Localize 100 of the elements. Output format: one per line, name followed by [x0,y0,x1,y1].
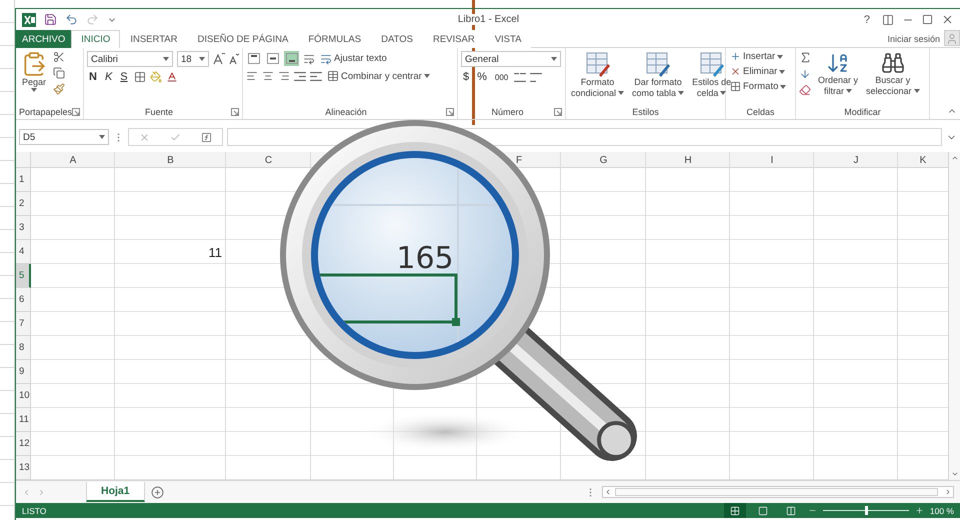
view-button[interactable] [724,503,746,518]
cells-button[interactable]: Eliminar [729,66,788,77]
sheet-tab[interactable]: Hoja1 [86,482,145,502]
increase-decimal-icon [514,72,526,82]
font-color-icon[interactable] [166,71,178,83]
app-logo [22,12,36,26]
help-button[interactable]: ? [860,14,874,26]
fill-color-icon[interactable] [150,71,162,83]
file-tab[interactable]: ARCHIVO [16,30,72,48]
group-label: Estilos [631,107,660,117]
font-style-button[interactable]: N [87,71,99,83]
row-header[interactable]: 10 [16,384,31,408]
eraser-icon[interactable] [799,84,811,96]
function-icon[interactable] [201,132,212,142]
grow-font-icon[interactable] [213,53,225,65]
align-left-icon[interactable] [246,70,258,82]
fill-icon[interactable] [799,68,811,80]
number-format-button[interactable]: 000 [492,72,510,82]
column-header[interactable]: I [770,154,774,166]
column-header[interactable]: K [920,154,926,166]
styles-button[interactable]: Formato condicional [569,51,626,99]
copy-icon[interactable] [53,67,65,79]
ribbon-tab[interactable]: INICIO [71,30,120,48]
number-format-field[interactable]: General [461,51,561,67]
sum-icon[interactable] [799,51,812,64]
row-header[interactable]: 7 [16,312,31,336]
ribbon-display-icon[interactable] [882,14,894,26]
scroll-down-icon[interactable] [950,470,958,478]
number-format-button[interactable]: $ [461,71,472,83]
caret-icon [618,91,624,96]
row-header[interactable]: 13 [16,456,31,480]
column-header[interactable]: B [167,154,174,166]
zoom-thumb[interactable] [864,506,868,515]
group-label: Alineación [324,107,368,117]
column-header[interactable]: F [516,154,522,166]
editing-button[interactable]: Buscar y seleccionar [864,51,922,97]
row-header[interactable]: 1 [16,168,31,192]
table-cell-text: 11 [208,244,223,262]
row-header[interactable]: 11 [16,408,31,432]
vertical-align-button[interactable] [265,51,280,66]
align-center-icon[interactable] [262,70,274,82]
caret-icon [914,89,920,94]
caret-icon [846,89,852,94]
wrap-text-button[interactable]: Ajustar texto [319,52,388,64]
increase-indent-icon [310,72,322,80]
font-field[interactable]: Calibri [87,51,173,67]
cells-icon [730,81,741,92]
font-style-button[interactable]: S [118,71,130,83]
number-format-button[interactable]: % [475,71,489,83]
launcher-icon[interactable] [446,108,454,116]
column-header[interactable]: A [70,154,76,166]
launcher-icon[interactable] [231,108,239,116]
vertical-align-button[interactable] [246,51,261,66]
user-icon [946,33,958,45]
editing-button[interactable]: Ordenar y filtrar [816,51,860,97]
group-label: Modificar [843,107,882,117]
row-header[interactable]: 4 [16,240,31,264]
vertical-align-icon [248,53,260,64]
vertical-scrollbar[interactable] [948,152,960,480]
scroll-right-icon[interactable] [944,488,952,496]
vertical-align-button[interactable] [284,51,299,66]
merge-center-button[interactable]: Combinar y centrar [326,70,431,82]
shrink-font-icon[interactable] [229,53,239,65]
add-sheet-icon[interactable] [150,486,164,498]
font-style-button[interactable]: K [102,71,114,83]
cells-icon [730,66,741,77]
group-label: Portapapeles [19,107,72,117]
sign-in-link[interactable]: Iniciar sesión [883,30,944,47]
column-header[interactable]: J [854,154,858,166]
launcher-icon[interactable] [554,108,562,116]
font-size-field[interactable]: 18 [177,51,209,67]
scroll-up-icon[interactable] [950,154,958,162]
styles-button[interactable]: Dar formato como tabla [630,51,686,99]
horizontal-scrollbar[interactable] [602,486,954,498]
column-header[interactable]: H [684,154,692,166]
table-style-icon [698,51,725,77]
row-header[interactable]: 12 [16,432,31,456]
borders-icon[interactable] [134,71,146,83]
column-header[interactable]: C [264,154,272,166]
save-icon[interactable] [44,13,57,26]
paste-button[interactable]: Pegar [19,51,49,92]
name-box[interactable]: D5 [19,129,109,145]
row-header[interactable]: 6 [16,288,31,312]
undo-icon[interactable] [65,13,78,26]
row-header[interactable]: 2 [16,192,31,216]
brush-icon[interactable] [53,83,65,95]
launcher-icon[interactable] [72,108,80,116]
align-right-icon[interactable] [278,70,290,82]
maximize-icon[interactable] [922,14,934,25]
cut-icon[interactable] [53,51,65,63]
ribbon-tab[interactable]: REVISAR [422,30,485,48]
row-header[interactable]: 5 [16,264,31,288]
caret-icon [779,70,786,74]
check-icon[interactable] [170,132,181,142]
row-header[interactable]: 9 [16,360,31,384]
row-header[interactable]: 3 [16,216,31,240]
column-header[interactable]: G [600,154,608,166]
zoom-in-icon[interactable] [914,506,924,515]
row-header[interactable]: 8 [16,336,31,360]
scroll-left-icon[interactable] [604,488,612,496]
